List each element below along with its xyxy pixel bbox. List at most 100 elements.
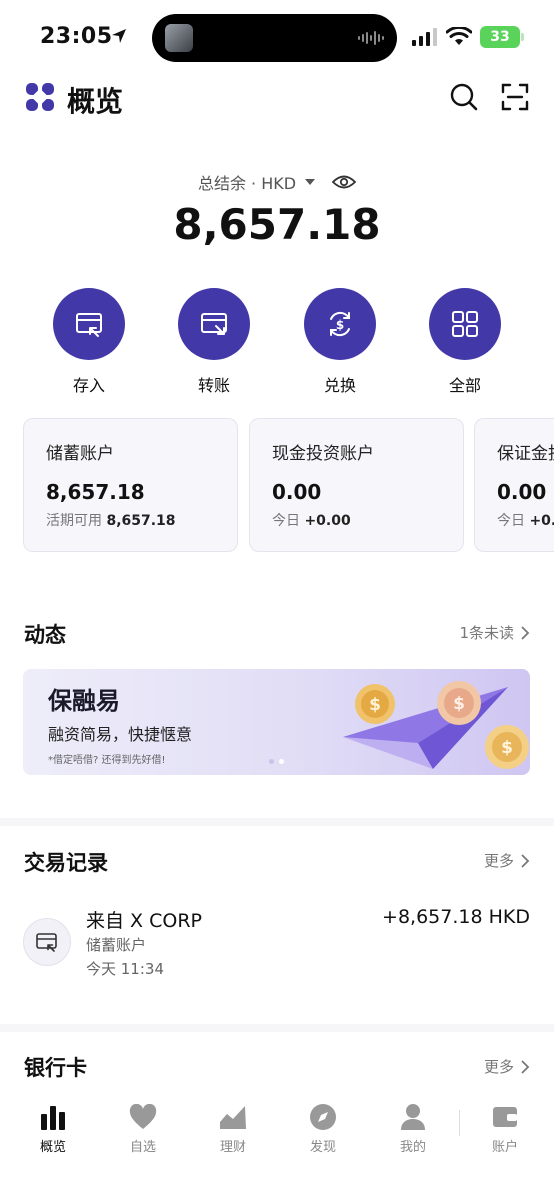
paper-plane-coins-illustration: $ $ $ <box>343 681 529 769</box>
banner-title: 保融易 <box>48 687 120 715</box>
transaction-account: 储蓄账户 <box>86 936 147 954</box>
tab-label: 我的 <box>399 1140 426 1155</box>
compass-icon <box>310 1104 336 1130</box>
status-icons: 33 <box>412 26 524 48</box>
bank-cards-more-link[interactable]: 更多 <box>484 1056 530 1077</box>
app-header: 概览 <box>0 78 554 118</box>
tab-separator <box>459 1110 460 1136</box>
signal-icon <box>412 28 437 46</box>
feed-title: 动态 <box>24 623 66 647</box>
sub-label: 今日 <box>272 513 300 529</box>
chart-icon <box>220 1106 246 1129</box>
balance-label-row[interactable]: 总结余 · HKD <box>0 170 554 194</box>
deposit-icon <box>76 313 102 337</box>
bottom-tab-bar: 概览 自选 理财 发现 我的 账户 <box>0 1094 554 1200</box>
chevron-right-icon <box>521 625 530 640</box>
search-icon[interactable] <box>449 82 479 112</box>
sub-label: 今日 <box>497 513 525 529</box>
balance-label: 总结余 · HKD <box>197 174 297 193</box>
heart-icon <box>129 1104 157 1129</box>
deposit-button[interactable]: 存入 <box>39 288 139 396</box>
carousel-dots[interactable] <box>269 759 284 764</box>
account-balance: 8,657.18 <box>46 480 145 504</box>
total-balance: 8,657.18 <box>173 200 381 249</box>
all-label: 全部 <box>448 376 481 395</box>
svg-text:$: $ <box>336 318 344 332</box>
transactions-title: 交易记录 <box>24 851 108 875</box>
tab-label: 自选 <box>129 1140 156 1155</box>
section-divider <box>0 1024 554 1032</box>
tab-watchlist[interactable]: 自选 <box>108 1102 178 1155</box>
tab-overview[interactable]: 概览 <box>18 1102 88 1155</box>
chevron-right-icon <box>521 1059 530 1074</box>
tab-me[interactable]: 我的 <box>378 1102 448 1155</box>
location-arrow-icon <box>112 29 126 43</box>
bank-cards-title: 银行卡 <box>24 1056 87 1080</box>
transaction-icon-circle <box>23 918 71 966</box>
overview-icon <box>41 1106 65 1130</box>
battery-level: 33 <box>490 29 510 45</box>
tab-label: 理财 <box>219 1140 246 1155</box>
transactions-more-link[interactable]: 更多 <box>484 850 530 871</box>
account-cards: 储蓄账户 8,657.18 活期可用 8,657.18 现金投资账户 0.00 … <box>23 418 554 554</box>
banner-subtitle: 融资简易，快捷惬意 <box>48 725 193 744</box>
dynamic-island <box>152 14 397 62</box>
sub-value: +0.00 <box>304 513 351 529</box>
svg-text:$: $ <box>453 694 465 714</box>
deposit-label: 存入 <box>72 376 105 395</box>
all-button[interactable]: 全部 <box>415 288 515 396</box>
transfer-icon-circle <box>178 288 250 360</box>
exchange-icon-circle: $ <box>304 288 376 360</box>
eye-icon[interactable] <box>332 173 357 191</box>
page-title: 概览 <box>67 85 124 118</box>
account-card-margin[interactable]: 保证金投资账户 0.00 今日 +0.00 <box>474 418 554 552</box>
svg-text:$: $ <box>501 738 513 758</box>
scan-icon[interactable] <box>500 82 530 112</box>
media-thumbnail <box>165 24 193 52</box>
transaction-time: 今天 11:34 <box>86 960 164 978</box>
account-card-savings[interactable]: 储蓄账户 8,657.18 活期可用 8,657.18 <box>23 418 238 552</box>
grid-icon <box>452 311 478 337</box>
tab-discover[interactable]: 发现 <box>288 1102 358 1155</box>
account-name: 现金投资账户 <box>272 444 374 464</box>
tab-label: 发现 <box>309 1140 336 1155</box>
deposit-icon-circle <box>53 288 125 360</box>
section-divider <box>0 818 554 826</box>
sub-value: 8,657.18 <box>106 513 176 529</box>
account-balance: 0.00 <box>272 480 322 504</box>
account-sub: 今日 +0.00 <box>497 510 554 530</box>
exchange-icon: $ <box>330 311 350 337</box>
account-card-cash-investment[interactable]: 现金投资账户 0.00 今日 +0.00 <box>249 418 464 552</box>
svg-text:$: $ <box>369 695 381 715</box>
account-sub: 活期可用 8,657.18 <box>46 510 215 530</box>
feed-unread-link[interactable]: 1条未读 <box>459 622 530 643</box>
tab-account[interactable]: 账户 <box>470 1102 540 1155</box>
more-text: 更多 <box>483 1058 514 1076</box>
transaction-source: 来自 X CORP <box>86 910 202 932</box>
caret-down-icon[interactable] <box>304 177 316 187</box>
exchange-button[interactable]: $ 兑换 <box>290 288 390 396</box>
battery-indicator: 33 <box>480 26 524 48</box>
deposit-icon <box>36 933 57 952</box>
account-name: 保证金投资账户 <box>497 444 554 464</box>
status-time: 23:05 <box>40 24 126 49</box>
transfer-button[interactable]: 转账 <box>164 288 264 396</box>
transfer-label: 转账 <box>197 376 230 395</box>
sub-value: +0.00 <box>529 513 554 529</box>
banner-note: *借定唔借? 还得到先好借! <box>48 755 166 766</box>
account-name: 储蓄账户 <box>46 444 114 464</box>
account-balance: 0.00 <box>497 480 547 504</box>
transfer-icon <box>201 313 227 335</box>
wifi-icon <box>446 27 472 45</box>
transaction-amount: +8,657.18 HKD <box>382 906 530 928</box>
exchange-label: 兑换 <box>323 376 356 395</box>
wallet-icon <box>493 1107 517 1127</box>
status-bar: 23:05 33 <box>0 0 554 72</box>
audio-wave-icon <box>358 30 384 46</box>
grid-icon-circle <box>429 288 501 360</box>
unread-text: 1条未读 <box>459 624 514 642</box>
promo-banner[interactable]: 保融易 融资简易，快捷惬意 *借定唔借? 还得到先好借! $ $ $ <box>23 669 530 775</box>
more-text: 更多 <box>483 852 514 870</box>
app-logo-icon <box>26 83 54 111</box>
tab-wealth[interactable]: 理财 <box>198 1102 268 1155</box>
